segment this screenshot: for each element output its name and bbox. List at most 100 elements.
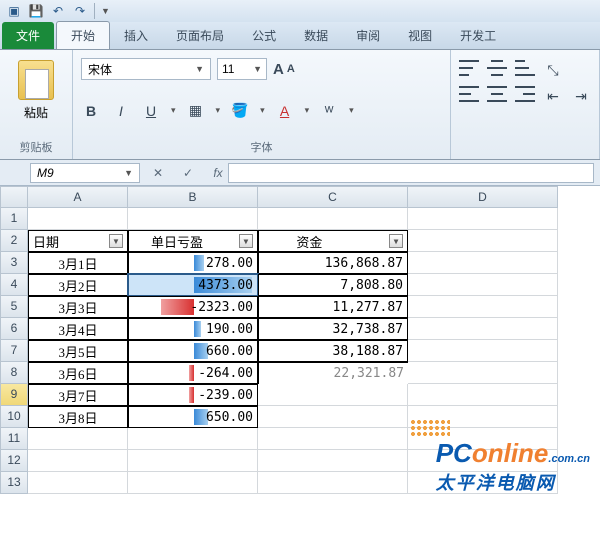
table-cell-fund[interactable]: 22,321.87: [258, 362, 408, 384]
select-all-corner[interactable]: [0, 186, 28, 208]
cell[interactable]: [128, 450, 258, 472]
chevron-down-icon[interactable]: ▾: [349, 105, 354, 116]
cell[interactable]: [28, 428, 128, 450]
cell[interactable]: [408, 274, 558, 296]
table-cell-pl[interactable]: 278.00: [128, 252, 258, 274]
row-header[interactable]: 2: [0, 230, 28, 252]
cell[interactable]: [408, 318, 558, 340]
filter-dropdown-icon[interactable]: ▼: [239, 234, 253, 248]
table-header-pl[interactable]: 单日亏盈▼: [128, 230, 258, 252]
table-cell-date[interactable]: 3月4日: [28, 318, 128, 340]
paste-label[interactable]: 粘贴: [24, 104, 48, 121]
italic-button[interactable]: I: [111, 101, 131, 121]
enter-icon[interactable]: ✓: [178, 163, 198, 183]
filter-dropdown-icon[interactable]: ▼: [389, 234, 403, 248]
row-header[interactable]: 10: [0, 406, 28, 428]
row-header[interactable]: 1: [0, 208, 28, 230]
col-header-a[interactable]: A: [28, 186, 128, 208]
cell[interactable]: [408, 472, 558, 494]
font-name-select[interactable]: 宋体 ▼: [81, 58, 211, 80]
cancel-icon[interactable]: ✕: [148, 163, 168, 183]
table-cell-pl[interactable]: -239.00: [128, 384, 258, 406]
table-cell-date[interactable]: 3月7日: [28, 384, 128, 406]
align-bottom-icon[interactable]: [515, 60, 535, 76]
table-cell-pl[interactable]: 660.00: [128, 340, 258, 362]
cell[interactable]: [258, 450, 408, 472]
table-cell-fund[interactable]: 32,738.87: [258, 318, 408, 340]
qat-dropdown-icon[interactable]: ▼: [101, 6, 110, 16]
underline-button[interactable]: U: [141, 101, 161, 121]
tab-view[interactable]: 视图: [394, 22, 446, 49]
paste-icon[interactable]: [18, 60, 54, 100]
row-header[interactable]: 3: [0, 252, 28, 274]
table-header-date[interactable]: 日期▼: [28, 230, 128, 252]
col-header-c[interactable]: C: [258, 186, 408, 208]
cell[interactable]: [28, 450, 128, 472]
cell[interactable]: [258, 406, 408, 428]
table-cell-pl[interactable]: 190.00: [128, 318, 258, 340]
shrink-font-icon[interactable]: A: [287, 63, 295, 75]
cell[interactable]: [408, 230, 558, 252]
tab-page-layout[interactable]: 页面布局: [162, 22, 238, 49]
row-header[interactable]: 11: [0, 428, 28, 450]
cell[interactable]: [408, 362, 558, 384]
border-button[interactable]: ▦: [186, 101, 206, 121]
chevron-down-icon[interactable]: ▾: [216, 105, 221, 116]
table-cell-date[interactable]: 3月2日: [28, 274, 128, 296]
cell[interactable]: [28, 472, 128, 494]
chevron-down-icon[interactable]: ▾: [260, 105, 265, 116]
tab-formulas[interactable]: 公式: [238, 22, 290, 49]
col-header-d[interactable]: D: [408, 186, 558, 208]
cell[interactable]: [128, 472, 258, 494]
chevron-down-icon[interactable]: ▾: [171, 105, 176, 116]
undo-icon[interactable]: ↶: [50, 3, 66, 19]
align-left-icon[interactable]: [459, 86, 479, 102]
cell[interactable]: [408, 208, 558, 230]
tab-developer[interactable]: 开发工: [446, 22, 510, 49]
tab-review[interactable]: 审阅: [342, 22, 394, 49]
name-box[interactable]: M9 ▼: [30, 163, 140, 183]
table-cell-fund[interactable]: 38,188.87: [258, 340, 408, 362]
cell[interactable]: [258, 428, 408, 450]
align-center-icon[interactable]: [487, 86, 507, 102]
font-color-button[interactable]: A: [275, 101, 295, 121]
cell[interactable]: [408, 252, 558, 274]
formula-bar[interactable]: [228, 163, 594, 183]
table-cell-pl[interactable]: 4373.00: [128, 274, 258, 296]
tab-file[interactable]: 文件: [2, 22, 54, 49]
font-size-select[interactable]: 11 ▼: [217, 58, 267, 80]
tab-home[interactable]: 开始: [56, 21, 110, 49]
row-header[interactable]: 7: [0, 340, 28, 362]
cell[interactable]: [408, 340, 558, 362]
table-cell-date[interactable]: 3月6日: [28, 362, 128, 384]
redo-icon[interactable]: ↷: [72, 3, 88, 19]
table-cell-fund[interactable]: 7,808.80: [258, 274, 408, 296]
cell[interactable]: [128, 208, 258, 230]
save-icon[interactable]: 💾: [28, 3, 44, 19]
cell[interactable]: [408, 450, 558, 472]
table-cell-pl[interactable]: 650.00: [128, 406, 258, 428]
table-cell-pl[interactable]: -2323.00: [128, 296, 258, 318]
orientation-button[interactable]: ⤡: [543, 60, 563, 80]
cell[interactable]: [408, 384, 558, 406]
row-header[interactable]: 4: [0, 274, 28, 296]
table-header-fund[interactable]: 资金▼: [258, 230, 408, 252]
chevron-down-icon[interactable]: ▾: [305, 105, 310, 116]
row-header[interactable]: 8: [0, 362, 28, 384]
fill-color-button[interactable]: 🪣: [230, 101, 250, 121]
row-header[interactable]: 5: [0, 296, 28, 318]
cell[interactable]: [258, 208, 408, 230]
table-cell-date[interactable]: 3月3日: [28, 296, 128, 318]
table-cell-pl[interactable]: -264.00: [128, 362, 258, 384]
row-header[interactable]: 9: [0, 384, 28, 406]
table-cell-fund[interactable]: 11,277.87: [258, 296, 408, 318]
table-cell-date[interactable]: 3月1日: [28, 252, 128, 274]
cell[interactable]: [258, 472, 408, 494]
decrease-indent-icon[interactable]: ⇤: [543, 86, 563, 106]
cell[interactable]: [258, 384, 408, 406]
grow-font-icon[interactable]: A: [273, 61, 284, 78]
cell[interactable]: [408, 296, 558, 318]
fx-icon[interactable]: fx: [208, 163, 228, 183]
filter-dropdown-icon[interactable]: ▼: [109, 234, 123, 248]
row-header[interactable]: 13: [0, 472, 28, 494]
